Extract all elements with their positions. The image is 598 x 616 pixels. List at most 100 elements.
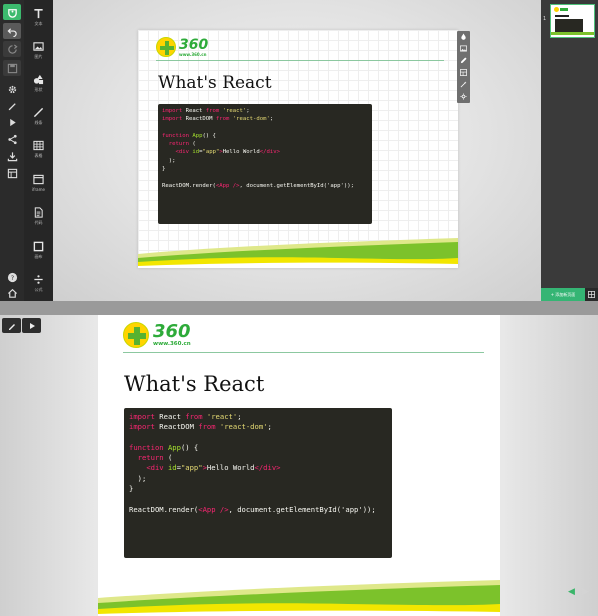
preview-play-button[interactable] <box>22 318 41 333</box>
play-icon <box>9 118 16 126</box>
code-line: function App() { <box>162 132 368 140</box>
code-token: function <box>162 132 189 139</box>
drop-icon <box>461 33 466 40</box>
insert-image-button[interactable] <box>457 43 470 54</box>
image-tool[interactable]: 图片 <box>24 41 53 59</box>
line-tool[interactable]: 线条 <box>24 107 53 125</box>
pen-button[interactable] <box>3 97 21 113</box>
canvas-icon <box>33 241 44 252</box>
text-tool[interactable]: 文本 <box>24 8 53 26</box>
code-token: </div> <box>254 463 281 473</box>
code-line: ReactDOM.render(<App />, document.getEle… <box>162 182 368 190</box>
slide-title: What's React <box>124 372 265 396</box>
play-button[interactable] <box>3 114 21 130</box>
logo-number: 360 <box>153 320 191 342</box>
divide-icon <box>34 275 43 284</box>
code-token: ; <box>269 116 274 123</box>
iframe-icon <box>33 174 44 185</box>
code-tool[interactable]: 代码 <box>24 207 53 225</box>
code-token: ReactDOM.render( <box>129 504 199 514</box>
undo-icon <box>7 27 17 37</box>
panel-footer: + 添加新页面 <box>541 288 598 301</box>
iframe-tool-label: iframe <box>32 187 45 192</box>
code-token: <App /> <box>198 504 229 514</box>
next-slide-arrow[interactable]: ▶ <box>582 588 589 597</box>
shape-tool[interactable]: 形状 <box>24 74 53 92</box>
add-page-button[interactable]: + 添加新页面 <box>541 288 585 301</box>
home-icon <box>7 288 17 298</box>
formula-tool-label: 公式 <box>34 287 43 292</box>
home-logo-icon[interactable] <box>3 4 21 20</box>
table-icon <box>33 140 44 151</box>
code-token: "app" <box>202 149 220 156</box>
code-token: ; <box>246 108 250 114</box>
redo-icon <box>7 43 18 54</box>
help-button[interactable]: ? <box>3 269 21 285</box>
grid-view-button[interactable] <box>585 288 598 301</box>
wand-icon <box>460 81 467 88</box>
code-token: return <box>168 141 189 148</box>
code-token: App <box>192 132 203 139</box>
code-block[interactable]: import React from 'react'; import ReactDO… <box>158 104 372 224</box>
edit-button[interactable] <box>457 55 470 66</box>
code-line: ); <box>129 474 387 484</box>
share-button[interactable] <box>3 131 21 147</box>
code-token: import <box>129 422 155 432</box>
gear-icon <box>8 85 16 93</box>
code-line: import ReactDOM from 'react-dom'; <box>162 115 368 123</box>
text-icon <box>34 9 43 19</box>
code-token: import <box>162 108 183 114</box>
download-button[interactable] <box>3 148 21 164</box>
code-token: ; <box>267 422 272 432</box>
canvas-tool[interactable]: 画布 <box>24 241 53 259</box>
preview-divider <box>0 301 598 315</box>
code-token: ( <box>188 141 196 148</box>
thumb-wave <box>551 32 594 35</box>
code-token: ); <box>129 473 147 483</box>
slide-number: 1 <box>543 16 547 22</box>
slide-title[interactable]: What's React <box>158 73 272 93</box>
settings-button[interactable] <box>3 81 21 97</box>
code-token: ); <box>162 157 176 164</box>
code-icon <box>34 207 43 218</box>
undo-button[interactable] <box>3 23 21 39</box>
animation-button[interactable] <box>457 91 470 102</box>
play-icon <box>29 322 35 329</box>
home-button[interactable] <box>3 285 21 301</box>
layout-button[interactable] <box>457 67 470 78</box>
preview-pen-button[interactable] <box>2 318 21 333</box>
save-icon <box>7 63 17 73</box>
table-tool[interactable]: 表格 <box>24 140 53 158</box>
preview-area: 360 www.360.cn What's React import React… <box>0 301 598 616</box>
code-line: import React from 'react'; <box>129 412 387 422</box>
template-button[interactable] <box>3 165 21 181</box>
prev-slide-arrow[interactable]: ◀ <box>568 588 575 597</box>
download-icon <box>7 151 17 161</box>
code-token: 'react' <box>206 412 238 421</box>
editing-slide[interactable]: 360 www.360.cn What's React import React… <box>138 30 458 268</box>
code-token: from <box>185 412 203 421</box>
magic-button[interactable] <box>457 79 470 90</box>
pen-icon <box>8 323 15 330</box>
layout-icon <box>460 69 467 76</box>
green-wave-decoration <box>98 580 500 616</box>
help-icon: ? <box>7 272 17 282</box>
slide-thumbnail[interactable] <box>550 4 595 38</box>
redo-button[interactable] <box>3 41 21 57</box>
iframe-tool[interactable]: iframe <box>24 174 53 192</box>
code-token: Hello World <box>222 149 260 156</box>
image-icon <box>33 42 44 51</box>
formula-tool[interactable]: 公式 <box>24 274 53 292</box>
save-button[interactable] <box>3 60 21 76</box>
fill-color-button[interactable] <box>457 31 470 42</box>
code-block: import React from 'react'; import ReactDO… <box>124 408 392 558</box>
svg-text:?: ? <box>10 273 13 281</box>
code-token: } <box>162 166 166 173</box>
code-tool-label: 代码 <box>34 220 43 225</box>
code-line: import React from 'react'; <box>162 107 368 115</box>
grid-icon <box>588 291 595 298</box>
pen-icon <box>8 102 16 110</box>
